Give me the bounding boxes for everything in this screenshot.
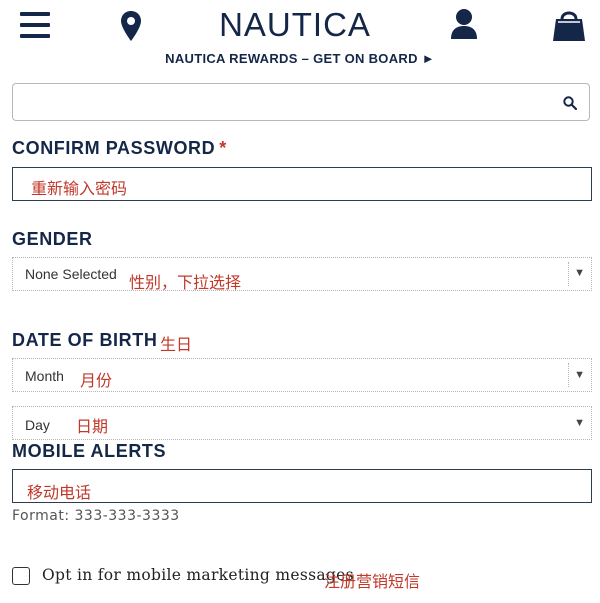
optin-label[interactable]: Opt in for mobile marketing messages <box>42 566 354 584</box>
mobile-phone-field[interactable]: 移动电话 <box>12 469 592 503</box>
search-icon[interactable] <box>563 96 577 110</box>
month-select-divider <box>568 363 569 387</box>
shopping-bag-icon[interactable] <box>552 7 586 43</box>
optin-annotation: 注册营销短信 <box>324 572 421 591</box>
gender-select-divider <box>568 262 569 286</box>
gender-select[interactable]: None Selected 性别，下拉选择 ▼ <box>12 257 592 292</box>
gender-selected-value: None Selected <box>25 266 117 282</box>
month-selected-value: Month <box>25 368 64 384</box>
day-annotation: 日期 <box>76 417 109 436</box>
chevron-down-icon[interactable]: ▼ <box>574 417 585 429</box>
chevron-down-icon[interactable]: ▼ <box>574 369 585 381</box>
menu-icon[interactable] <box>20 12 50 40</box>
chevron-down-icon[interactable]: ▼ <box>574 267 585 279</box>
confirm-password-field[interactable]: 重新输入密码 <box>12 167 592 201</box>
mobile-annotation: 移动电话 <box>27 483 92 502</box>
search-input[interactable] <box>21 84 545 120</box>
mobile-alerts-label: MOBILE ALERTS <box>12 441 167 461</box>
search-bar[interactable] <box>12 83 590 121</box>
optin-checkbox[interactable] <box>12 567 30 585</box>
rewards-banner-link[interactable]: NAUTICA REWARDS – GET ON BOARD ► <box>0 51 600 66</box>
day-select[interactable]: Day 日期 ▼ <box>12 406 592 440</box>
brand-logo[interactable]: NAUTICA <box>190 6 400 44</box>
confirm-password-annotation: 重新输入密码 <box>31 179 128 198</box>
confirm-password-label: CONFIRM PASSWORD * <box>12 138 227 159</box>
month-annotation: 月份 <box>80 371 113 390</box>
dob-label: DATE OF BIRTH <box>12 330 158 350</box>
month-select[interactable]: Month 月份 ▼ <box>12 358 592 392</box>
location-pin-icon[interactable] <box>120 10 142 42</box>
gender-label: GENDER <box>12 229 93 249</box>
day-selected-value: Day <box>25 417 50 433</box>
required-asterisk: * <box>219 138 227 158</box>
gender-annotation: 性别，下拉选择 <box>129 273 242 292</box>
user-icon[interactable] <box>450 8 478 40</box>
confirm-password-label-text: CONFIRM PASSWORD <box>12 138 216 158</box>
dob-annotation: 生日 <box>160 335 193 354</box>
phone-format-hint: Format: 333-333-3333 <box>12 508 180 524</box>
